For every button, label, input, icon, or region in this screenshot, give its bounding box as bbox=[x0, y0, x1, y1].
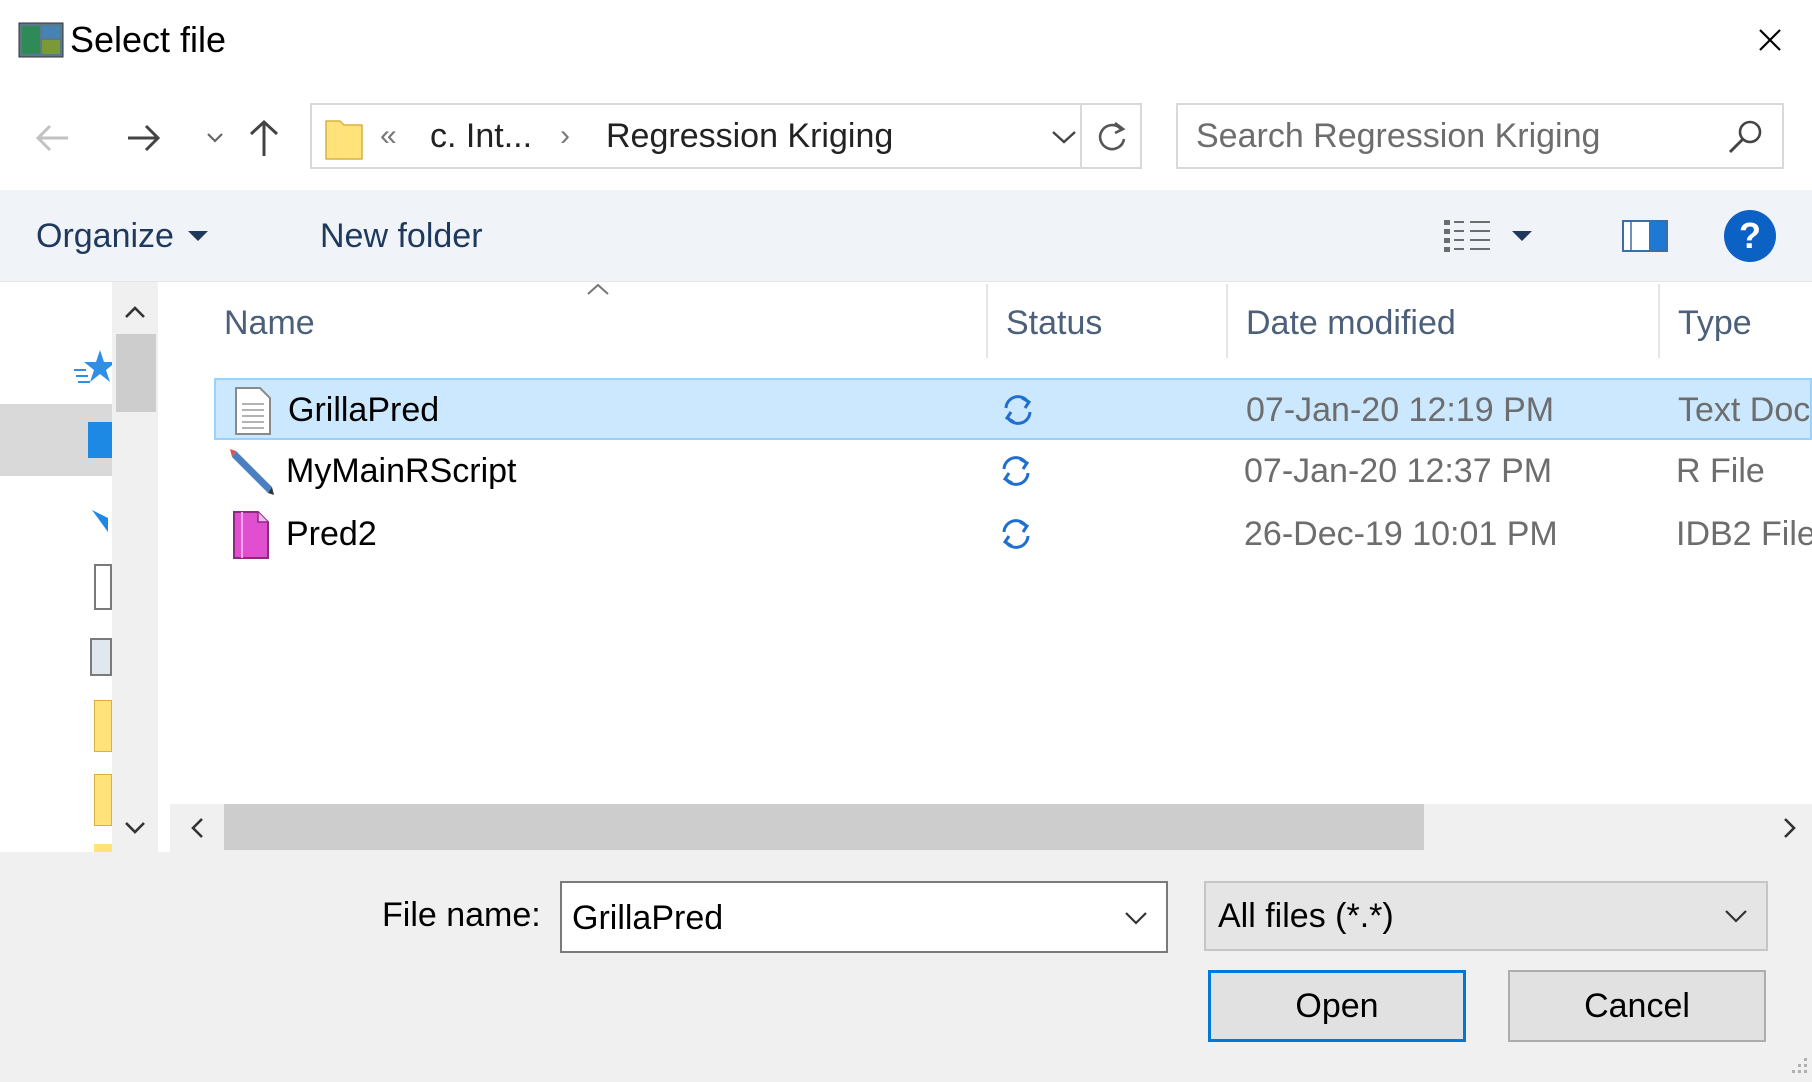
close-button[interactable] bbox=[1740, 14, 1800, 66]
column-header-status[interactable]: Status bbox=[1006, 292, 1102, 354]
forward-arrow-icon bbox=[128, 124, 161, 152]
documents-icon[interactable] bbox=[94, 564, 112, 610]
table-row[interactable]: MyMainRScript 07-Jan-20 12:37 PM R File bbox=[214, 441, 1812, 503]
idb2-file-icon bbox=[228, 510, 272, 560]
downloads-icon[interactable] bbox=[88, 490, 112, 541]
file-list[interactable] bbox=[170, 282, 1812, 852]
nav-scroll-up-button[interactable] bbox=[112, 290, 158, 334]
caret-down-icon bbox=[1512, 231, 1532, 241]
caret-down-icon bbox=[187, 231, 208, 241]
file-name: Pred2 bbox=[286, 515, 377, 553]
title-bar bbox=[0, 0, 1812, 82]
forward-button[interactable] bbox=[120, 112, 168, 164]
column-header-date-modified[interactable]: Date modified bbox=[1246, 292, 1456, 354]
back-arrow-icon bbox=[35, 124, 68, 152]
column-header-type[interactable]: Type bbox=[1678, 292, 1752, 354]
column-divider[interactable] bbox=[1658, 284, 1660, 358]
table-row[interactable]: Pred2 26-Dec-19 10:01 PM IDB2 File bbox=[214, 504, 1812, 566]
folder-icon[interactable] bbox=[94, 844, 112, 852]
sync-icon bbox=[1000, 392, 1036, 428]
folder-icon[interactable] bbox=[94, 700, 112, 752]
back-button[interactable] bbox=[28, 112, 76, 164]
file-type-value: All files (*.*) bbox=[1218, 897, 1394, 935]
navigation-pane[interactable] bbox=[0, 282, 112, 852]
chevron-left-icon bbox=[191, 818, 203, 838]
organize-button[interactable]: Organize bbox=[36, 204, 210, 268]
r-script-icon bbox=[228, 447, 274, 497]
cancel-button[interactable]: Cancel bbox=[1508, 970, 1766, 1042]
chevron-right-icon bbox=[1784, 818, 1796, 838]
text-document-icon bbox=[230, 386, 274, 436]
breadcrumb-separator[interactable]: › bbox=[560, 113, 570, 159]
address-divider bbox=[1080, 105, 1082, 167]
file-type: R File bbox=[1676, 452, 1765, 490]
file-type-dropdown-button[interactable] bbox=[1716, 893, 1756, 939]
up-button[interactable] bbox=[240, 112, 288, 164]
address-overflow[interactable]: « bbox=[380, 113, 397, 159]
window-title: Select file bbox=[70, 19, 227, 60]
file-date-modified: 07-Jan-20 12:19 PM bbox=[1246, 391, 1555, 429]
file-name-combobox[interactable] bbox=[560, 881, 1168, 953]
folder-icon[interactable] bbox=[94, 774, 112, 826]
scroll-left-button[interactable] bbox=[174, 804, 220, 852]
file-date-modified: 26-Dec-19 10:01 PM bbox=[1244, 515, 1558, 553]
resize-grip-icon[interactable] bbox=[1782, 1052, 1810, 1080]
file-type: Text Doc bbox=[1678, 391, 1811, 429]
new-folder-button[interactable]: New folder bbox=[310, 204, 493, 268]
help-button[interactable]: ? bbox=[1724, 210, 1776, 262]
refresh-icon bbox=[1098, 121, 1126, 151]
breadcrumb-current[interactable]: Regression Kriging bbox=[606, 113, 893, 159]
column-header-name[interactable]: Name bbox=[224, 292, 315, 354]
search-box[interactable] bbox=[1176, 103, 1784, 169]
change-view-button[interactable] bbox=[1440, 206, 1560, 266]
column-divider[interactable] bbox=[1226, 284, 1228, 358]
horizontal-scroll-thumb[interactable] bbox=[224, 804, 1424, 850]
command-bar: Organize New folder ? bbox=[0, 190, 1812, 282]
chevron-down-icon bbox=[1052, 131, 1076, 144]
preview-pane-button[interactable] bbox=[1610, 206, 1680, 266]
desktop-icon[interactable] bbox=[88, 422, 112, 458]
close-icon bbox=[1759, 29, 1781, 51]
quick-access-icon[interactable] bbox=[72, 348, 112, 393]
app-icon bbox=[18, 22, 64, 58]
file-name-label: File name: bbox=[382, 896, 541, 934]
chevron-down-icon bbox=[125, 822, 145, 834]
chevron-down-icon bbox=[207, 133, 223, 143]
file-name: GrillaPred bbox=[288, 391, 440, 429]
search-icon[interactable] bbox=[1722, 115, 1768, 161]
sort-ascending-icon bbox=[586, 282, 610, 301]
file-date-modified: 07-Jan-20 12:37 PM bbox=[1244, 452, 1553, 490]
file-name: MyMainRScript bbox=[286, 452, 517, 490]
breadcrumb-segment[interactable]: c. Int... bbox=[430, 113, 532, 159]
organize-label: Organize bbox=[36, 216, 174, 255]
details-view-icon bbox=[1444, 220, 1490, 252]
file-name-dropdown-button[interactable] bbox=[1116, 895, 1156, 941]
address-bar[interactable]: « c. Int... › Regression Kriging bbox=[310, 103, 1142, 169]
recent-locations-button[interactable] bbox=[200, 112, 230, 164]
file-name-input[interactable] bbox=[572, 893, 1112, 943]
column-divider[interactable] bbox=[986, 284, 988, 358]
scroll-right-button[interactable] bbox=[1768, 804, 1812, 852]
refresh-button[interactable] bbox=[1084, 111, 1140, 163]
open-button[interactable]: Open bbox=[1208, 970, 1466, 1042]
up-arrow-icon bbox=[249, 119, 279, 156]
search-input[interactable] bbox=[1196, 113, 1716, 159]
chevron-up-icon bbox=[125, 306, 145, 318]
chevron-down-icon bbox=[1725, 910, 1747, 923]
nav-scroll-down-button[interactable] bbox=[112, 806, 158, 850]
file-type-select[interactable]: All files (*.*) bbox=[1204, 881, 1768, 951]
table-row[interactable]: GrillaPred 07-Jan-20 12:19 PM Text Doc bbox=[214, 378, 1812, 440]
pictures-icon[interactable] bbox=[90, 638, 112, 676]
nav-scroll-thumb[interactable] bbox=[116, 334, 156, 412]
sync-icon bbox=[998, 516, 1034, 552]
file-type: IDB2 File bbox=[1676, 515, 1812, 553]
preview-pane-icon bbox=[1622, 220, 1668, 252]
folder-icon bbox=[324, 115, 364, 161]
chevron-down-icon bbox=[1125, 912, 1147, 925]
sync-icon bbox=[998, 453, 1034, 489]
